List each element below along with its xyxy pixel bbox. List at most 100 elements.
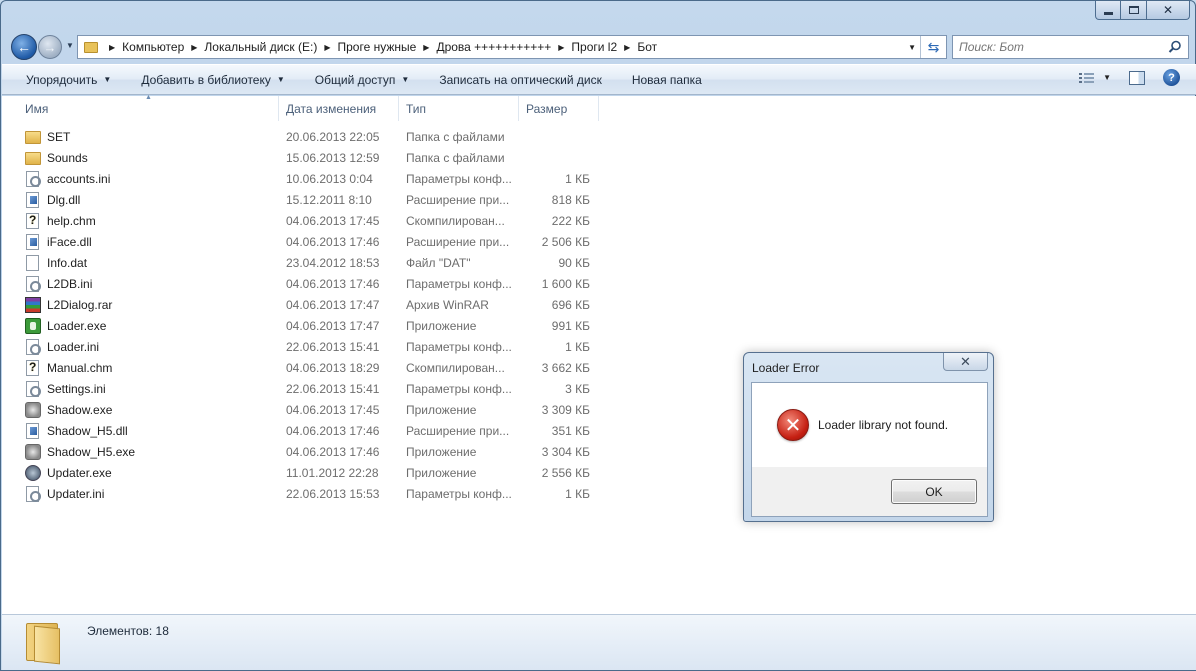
column-header-name[interactable]: ▲ Имя [2,94,279,121]
file-type: Папка с файлами [406,129,505,144]
breadcrumb-item[interactable]: Компьютер [122,40,184,54]
file-name-cell[interactable]: Loader.ini [2,338,279,355]
search-box[interactable] [952,35,1189,59]
column-header-label: Дата изменения [286,101,377,116]
refresh-button[interactable]: ⇆ [920,36,946,58]
file-name: Info.dat [47,255,88,270]
file-row[interactable]: L2DB.ini 04.06.2013 17:46 Параметры конф..… [2,273,590,294]
change-view-icon[interactable] [1079,72,1095,84]
change-view-dropdown[interactable]: ▼ [1103,73,1111,82]
file-name-cell[interactable]: Info.dat [2,254,279,271]
file-name-cell[interactable]: Shadow.exe [2,401,279,418]
file-name-cell[interactable]: SET [2,129,279,144]
file-name-cell[interactable]: Shadow_H5.exe [2,443,279,460]
file-name-cell[interactable]: Dlg.dll [2,191,279,208]
column-header-date[interactable]: Дата изменения [279,96,399,121]
command-button[interactable]: Добавить в библиотеку ▼ [126,73,299,87]
file-name-cell[interactable]: Updater.ini [2,485,279,502]
file-row[interactable]: Loader.exe 04.06.2013 17:47 Приложение 991 … [2,315,590,336]
file-type: Параметры конф... [406,171,512,186]
breadcrumb-separator[interactable]: ▶ [324,43,330,52]
folder-icon [25,152,41,165]
search-icon[interactable] [1168,40,1182,54]
file-row[interactable]: Sounds 15.06.2013 12:59 Папка с файлами [2,147,590,168]
column-header-type[interactable]: Тип [399,96,519,121]
breadcrumb-separator[interactable]: ▶ [558,43,564,52]
file-row[interactable]: Shadow.exe 04.06.2013 17:45 Приложение 3 30… [2,399,590,420]
error-dialog: Loader Error ✕ ✕ Loader library not foun… [743,352,994,522]
breadcrumb-item[interactable]: Дрова +++++++++++ [436,40,551,54]
breadcrumb-separator[interactable]: ▶ [624,43,630,52]
file-row[interactable]: Shadow_H5.dll 04.06.2013 17:46 Расширение … [2,420,590,441]
minimize-button[interactable] [1095,1,1121,20]
address-bar[interactable]: ▶ Компьютер ▶ Локальный диск (E:) ▶ Проге нуж… [77,35,947,59]
maximize-icon [1128,6,1139,14]
file-row[interactable]: accounts.ini 10.06.2013 0:04 Параметры кон… [2,168,590,189]
file-name: L2DB.ini [47,276,93,291]
file-size: 1 КБ [565,486,590,501]
file-name-cell[interactable]: Shadow_H5.dll [2,422,279,439]
breadcrumb-separator[interactable]: ▶ [191,43,197,52]
breadcrumb-item[interactable]: Бот [637,40,657,54]
file-size: 3 309 КБ [541,402,590,417]
file-row[interactable]: Updater.ini 22.06.2013 15:53 Параметры кон… [2,483,590,504]
command-button[interactable]: Упорядочить ▼ [2,73,126,87]
breadcrumb-item[interactable]: Проге нужные [337,40,416,54]
address-history-dropdown[interactable]: ▼ [908,43,916,52]
file-row[interactable]: Shadow_H5.exe 04.06.2013 17:46 Приложение 3… [2,441,590,462]
close-button[interactable]: ✕ [1147,1,1190,20]
file-row[interactable]: help.chm 04.06.2013 17:45 Скомпилирован...… [2,210,590,231]
forward-button[interactable]: → [38,35,62,59]
file-name-cell[interactable]: Manual.chm [2,359,279,376]
maximize-button[interactable] [1121,1,1147,20]
file-size: 3 304 КБ [541,444,590,459]
file-date: 04.06.2013 17:47 [286,318,380,333]
search-input[interactable] [959,40,1164,54]
file-name: Dlg.dll [47,192,81,207]
dialog-close-button[interactable]: ✕ [943,353,988,371]
command-button[interactable]: Записать на оптический диск [424,73,617,87]
breadcrumb-separator[interactable]: ▶ [423,43,429,52]
file-row[interactable]: Updater.exe 11.01.2012 22:28 Приложение 2 5… [2,462,590,483]
file-list-view[interactable]: ▲ Имя Дата изменения Тип Размер SET 20.06… [2,94,1196,614]
file-row[interactable]: L2Dialog.rar 04.06.2013 17:47 Архив WinRAR… [2,294,590,315]
file-date: 22.06.2013 15:53 [286,486,380,501]
preview-pane-icon[interactable] [1129,70,1145,85]
file-row[interactable]: Settings.ini 22.06.2013 15:41 Параметры ко… [2,378,590,399]
recent-pages-dropdown[interactable]: ▼ [66,41,74,50]
file-row[interactable]: Dlg.dll 15.12.2011 8:10 Расширение при... 8… [2,189,590,210]
file-row[interactable]: Manual.chm 04.06.2013 18:29 Скомпилирован.… [2,357,590,378]
file-type: Параметры конф... [406,381,512,396]
breadcrumb-item[interactable]: Локальный диск (E:) [204,40,317,54]
file-row[interactable]: Loader.ini 22.06.2013 15:41 Параметры конф… [2,336,590,357]
file-name: L2Dialog.rar [47,297,113,312]
shadow-exe-icon [25,443,41,460]
file-name-cell[interactable]: Updater.exe [2,464,279,481]
file-row[interactable]: iFace.dll 04.06.2013 17:46 Расширение при.… [2,231,590,252]
file-name-cell[interactable]: L2Dialog.rar [2,296,279,313]
file-name-cell[interactable]: help.chm [2,212,279,229]
file-row[interactable]: SET 20.06.2013 22:05 Папка с файлами [2,126,590,147]
file-row[interactable]: Info.dat 23.04.2012 18:53 Файл "DAT" 90 КБ [2,252,590,273]
file-name-cell[interactable]: accounts.ini [2,170,279,187]
file-type: Расширение при... [406,192,510,207]
command-button[interactable]: Новая папка [617,73,717,87]
file-name-cell[interactable]: Loader.exe [2,317,279,334]
file-name-cell[interactable]: Settings.ini [2,380,279,397]
file-type: Расширение при... [406,234,510,249]
command-button[interactable]: Общий доступ ▼ [300,73,425,87]
file-name-cell[interactable]: L2DB.ini [2,275,279,292]
ok-button[interactable]: OK [891,479,977,504]
help-icon[interactable]: ? [1163,69,1180,86]
back-button[interactable]: ← [11,34,37,60]
arrow-left-icon: ← [17,39,31,55]
dll-file-icon [26,233,39,250]
file-name-cell[interactable]: Sounds [2,150,279,165]
column-header-label: Тип [406,101,427,116]
file-date: 23.04.2012 18:53 [286,255,380,270]
breadcrumb-item[interactable]: Проги l2 [571,40,617,54]
breadcrumb-separator[interactable]: ▶ [109,43,115,52]
file-name-cell[interactable]: iFace.dll [2,233,279,250]
file-name: Updater.ini [47,486,105,501]
column-header-size[interactable]: Размер [519,96,599,121]
